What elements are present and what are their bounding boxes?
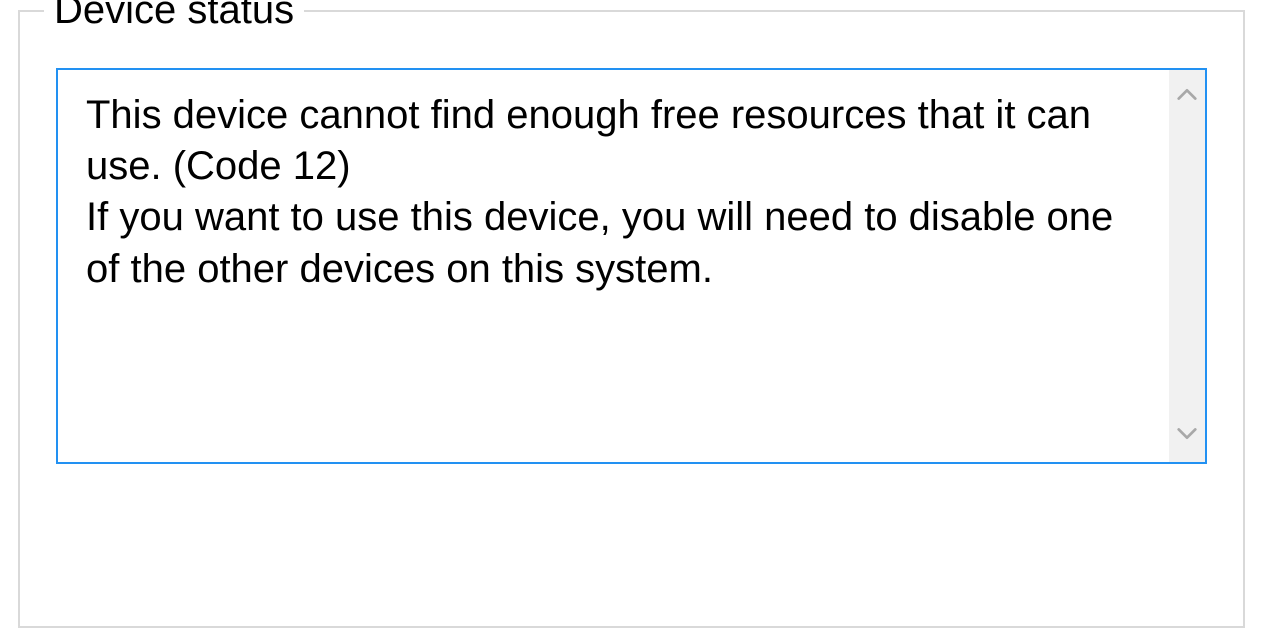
scroll-up-button[interactable]: [1169, 78, 1205, 114]
chevron-up-icon: [1176, 85, 1198, 108]
chevron-down-icon: [1176, 425, 1198, 448]
scrollbar-track[interactable]: [1169, 70, 1205, 462]
device-status-message: This device cannot find enough free reso…: [58, 70, 1169, 462]
scroll-down-button[interactable]: [1169, 418, 1205, 454]
device-status-textbox[interactable]: This device cannot find enough free reso…: [56, 68, 1207, 464]
device-status-group: Device status This device cannot find en…: [18, 10, 1245, 628]
device-status-legend: Device status: [44, 0, 304, 34]
